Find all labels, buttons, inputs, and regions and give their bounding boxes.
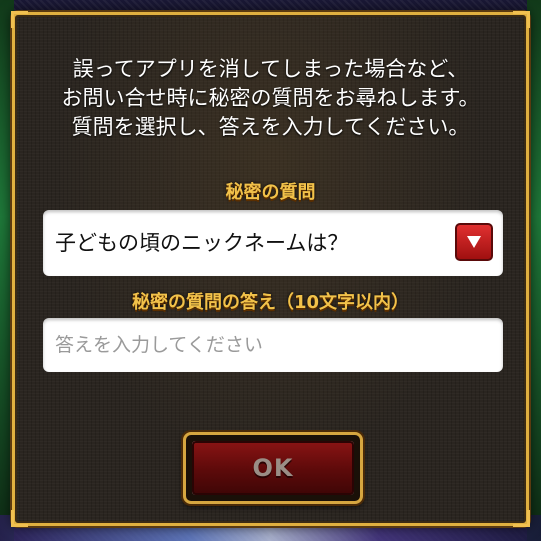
ok-button-label: OK [252,454,294,482]
intro-line: 質問を選択し、答えを入力してください。 [71,115,470,139]
intro-text: 誤ってアプリを消してしまった場合など、 お問い合せ時に秘密の質問をお尋ねします。… [15,55,526,142]
answer-input[interactable] [43,318,503,372]
intro-line: お問い合せ時に秘密の質問をお尋ねします。 [61,86,480,110]
answer-label: 秘密の質問の答え（10文字以内） [131,292,410,313]
intro-line: 誤ってアプリを消してしまった場合など、 [72,57,469,81]
secret-question-dialog: 誤ってアプリを消してしまった場合など、 お問い合せ時に秘密の質問をお尋ねします。… [11,11,530,527]
frame-corner [11,510,28,527]
frame-corner [513,510,530,527]
frame-corner [11,11,28,28]
ok-button[interactable]: OK [192,441,354,495]
question-select[interactable]: 子どもの頃のニックネームは？ [43,210,503,276]
background-stripe-right [527,0,541,541]
triangle-down-icon [467,236,481,248]
frame-corner [513,11,530,28]
ok-button-frame: OK [183,432,363,504]
question-label: 秘密の質問 [225,182,316,203]
dropdown-button[interactable] [455,223,493,261]
question-selected-value: 子どもの頃のニックネームは？ [55,231,349,255]
